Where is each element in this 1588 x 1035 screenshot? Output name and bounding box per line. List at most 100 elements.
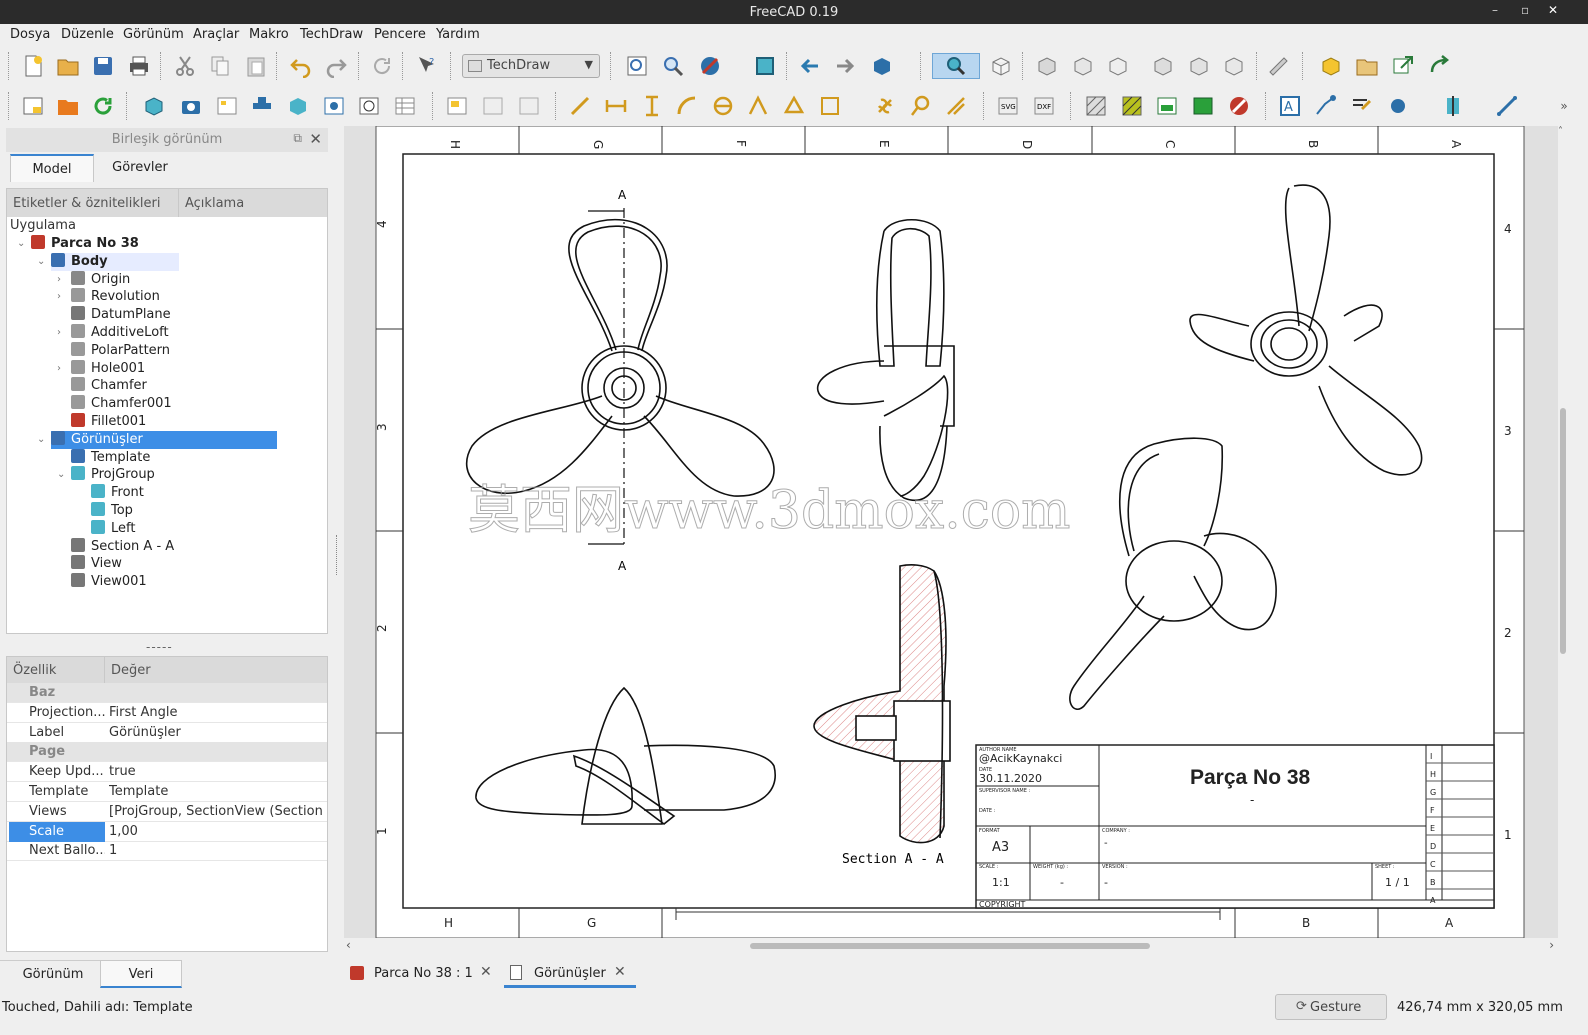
dock-resize-handle[interactable] xyxy=(336,535,338,575)
hatch-icon[interactable] xyxy=(1083,93,1109,119)
tree-header-description[interactable]: Açıklama xyxy=(179,189,327,217)
refresh-icon[interactable] xyxy=(369,53,395,79)
chevron-down-icon[interactable]: ⌄ xyxy=(37,431,45,449)
property-value[interactable]: Görünüşler xyxy=(109,723,325,743)
link-icon[interactable] xyxy=(1390,53,1416,79)
extent-dimension-icon[interactable] xyxy=(817,93,843,119)
left-view-icon[interactable] xyxy=(1221,53,1247,79)
menu-dosya[interactable]: Dosya xyxy=(10,27,50,42)
angle-dimension-icon[interactable] xyxy=(745,93,771,119)
length-dimension-icon[interactable] xyxy=(567,93,593,119)
workbench-selector[interactable]: TechDraw ▼ xyxy=(462,54,600,78)
leader-line-icon[interactable] xyxy=(1312,93,1338,119)
property-value[interactable]: true xyxy=(109,762,325,782)
print-icon[interactable] xyxy=(126,53,152,79)
centerline-icon[interactable] xyxy=(1440,93,1466,119)
horizontal-scrollbar[interactable]: ‹ › xyxy=(344,938,1558,954)
link-actions-icon[interactable] xyxy=(1427,53,1453,79)
property-row[interactable]: Projection... First Angle xyxy=(7,703,327,723)
tree-item[interactable]: DatumPlane xyxy=(71,306,171,324)
insert-page-template-icon[interactable] xyxy=(55,93,81,119)
menu-araclar[interactable]: Araçlar xyxy=(193,27,239,42)
property-row[interactable]: Scale 1,00 xyxy=(7,821,327,842)
toolbar-overflow-icon[interactable]: » xyxy=(1554,93,1574,119)
link-dimension-icon[interactable] xyxy=(872,93,898,119)
bounding-box-icon[interactable] xyxy=(752,53,778,79)
property-value[interactable]: 1,00 xyxy=(109,822,325,842)
property-value[interactable]: 1 xyxy=(109,841,325,861)
vertical-scroll-thumb[interactable] xyxy=(1560,408,1566,654)
property-row[interactable]: Label Görünüşler xyxy=(7,723,327,743)
insert-multi-view-icon[interactable] xyxy=(214,93,240,119)
tree-item[interactable]: Revolution xyxy=(71,288,160,306)
techdraw-canvas[interactable]: H G F E D C B A H G B A 4 3 2 1 4 3 2 1 xyxy=(344,126,1558,938)
scroll-up-icon[interactable]: ˄ xyxy=(1558,126,1563,137)
property-row[interactable]: Views [ProjGroup, SectionView (Section ..… xyxy=(7,802,327,822)
navigation-style-button[interactable]: ⟳ Gesture xyxy=(1275,994,1387,1020)
tab-veri[interactable]: Veri xyxy=(100,960,182,988)
view-fit-icon[interactable] xyxy=(932,53,980,79)
tree-item[interactable]: Template xyxy=(71,448,150,467)
three-point-angle-icon[interactable] xyxy=(781,93,807,119)
tree-item[interactable]: View xyxy=(71,555,122,573)
save-icon[interactable] xyxy=(90,53,116,79)
chevron-right-icon[interactable]: › xyxy=(57,271,61,289)
new-document-icon[interactable] xyxy=(20,53,46,79)
rich-annotation-icon[interactable] xyxy=(1348,93,1374,119)
panel-splitter[interactable]: ----- xyxy=(146,640,173,654)
tree-item[interactable]: Görünüşler xyxy=(51,430,277,449)
property-value[interactable]: First Angle xyxy=(109,703,325,723)
clip-group-add-icon[interactable] xyxy=(480,93,506,119)
property-value[interactable]: [ProjGroup, SectionView (Section ... xyxy=(109,802,325,822)
tree-item[interactable]: Fillet001 xyxy=(71,413,146,431)
chevron-down-icon[interactable]: ⌄ xyxy=(57,466,65,484)
maximize-button[interactable]: ▫ xyxy=(1521,3,1529,17)
top-view-icon[interactable] xyxy=(1070,53,1096,79)
copy-icon[interactable] xyxy=(207,53,233,79)
right-view-icon[interactable] xyxy=(1105,53,1131,79)
chevron-down-icon[interactable]: ⌄ xyxy=(17,235,25,253)
tree-item[interactable]: Front xyxy=(91,484,144,502)
property-row[interactable]: Template Template xyxy=(7,782,327,802)
tree-item[interactable]: Chamfer001 xyxy=(71,395,172,413)
export-dxf-icon[interactable]: DXF xyxy=(1031,93,1057,119)
tree-item[interactable]: Chamfer xyxy=(71,377,147,395)
tree-item[interactable]: Top xyxy=(91,502,133,520)
part-icon[interactable] xyxy=(1318,53,1344,79)
menu-pencere[interactable]: Pencere xyxy=(374,27,426,42)
spreadsheet-view-icon[interactable] xyxy=(392,93,418,119)
active-view-icon[interactable] xyxy=(178,93,204,119)
open-document-icon[interactable] xyxy=(55,53,81,79)
geometric-hatch-icon[interactable] xyxy=(1119,93,1145,119)
tree-item[interactable]: Origin xyxy=(71,270,130,289)
close-button[interactable]: ✕ xyxy=(1548,3,1558,17)
chevron-right-icon[interactable]: › xyxy=(57,288,61,306)
horizontal-dimension-icon[interactable] xyxy=(603,93,629,119)
draft-view-icon[interactable] xyxy=(356,93,382,119)
float-panel-icon[interactable]: ⧉ xyxy=(293,131,302,146)
property-value[interactable]: Template xyxy=(109,782,325,802)
tree-item[interactable]: Parca No 38 xyxy=(31,235,139,253)
tab-gorevler[interactable]: Görevler xyxy=(96,154,184,182)
tab-gorunum[interactable]: Görünüm xyxy=(0,960,106,988)
tree-item[interactable]: PolarPattern xyxy=(71,341,170,360)
menu-makro[interactable]: Makro xyxy=(249,27,289,42)
export-svg-icon[interactable]: SVG xyxy=(995,93,1021,119)
close-tab-icon[interactable]: ✕ xyxy=(480,964,492,980)
property-row[interactable]: Next Ballo... 1 xyxy=(7,841,327,862)
tree-item[interactable]: AdditiveLoft xyxy=(71,324,169,342)
tree-item[interactable]: Section A - A xyxy=(71,537,174,556)
menu-techdraw[interactable]: TechDraw xyxy=(300,27,363,42)
forward-arrow-icon[interactable] xyxy=(832,53,858,79)
bottom-view-icon[interactable] xyxy=(1186,53,1212,79)
toggle-frames-icon[interactable] xyxy=(1226,93,1252,119)
scroll-left-icon[interactable]: ‹ xyxy=(346,938,351,952)
minimize-button[interactable]: – xyxy=(1492,3,1498,17)
rear-view-icon[interactable] xyxy=(1150,53,1176,79)
clip-group-remove-icon[interactable] xyxy=(516,93,542,119)
close-tab-icon[interactable]: ✕ xyxy=(614,964,626,980)
std-views-icon[interactable] xyxy=(869,53,895,79)
chevron-down-icon[interactable]: ⌄ xyxy=(37,253,45,271)
property-row[interactable]: Keep Upd... true xyxy=(7,762,327,783)
chevron-right-icon[interactable]: › xyxy=(57,324,61,342)
